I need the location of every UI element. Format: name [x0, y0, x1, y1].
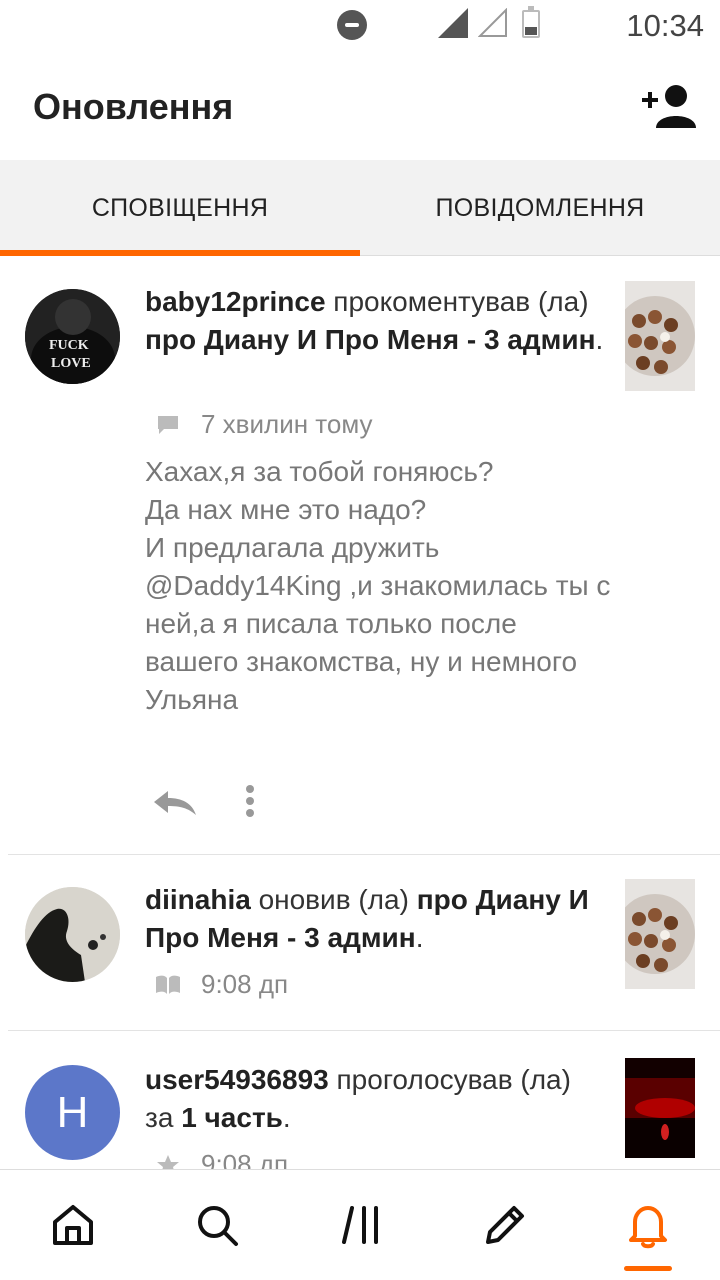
- notification-time: 9:08 дп: [201, 969, 289, 999]
- avatar[interactable]: H: [25, 1065, 120, 1160]
- pencil-icon[interactable]: [480, 1200, 530, 1250]
- comment-text: Хахах,я за тобой гоняюсь? Да нах мне это…: [145, 456, 611, 715]
- reply-icon[interactable]: [150, 787, 198, 817]
- notifications-list[interactable]: FUCK LOVE baby12prince прокоментував (ла…: [0, 257, 720, 1169]
- star-icon: [157, 1154, 179, 1169]
- notification-meta: 9:08 дп: [145, 1149, 288, 1169]
- cover-image: [625, 1058, 695, 1158]
- cover-image: [625, 281, 695, 391]
- story-cover[interactable]: [625, 281, 695, 391]
- notification-meta: 9:08 дп: [145, 969, 288, 1000]
- notification-text: diinahia оновив (ла) про Диану И Про Мен…: [145, 884, 589, 953]
- svg-text:FUCK: FUCK: [49, 338, 89, 353]
- signal-icon: [438, 8, 468, 38]
- avatar[interactable]: FUCK LOVE: [25, 289, 120, 384]
- avatar-image: FUCK LOVE: [25, 289, 120, 384]
- svg-text:LOVE: LOVE: [51, 356, 91, 371]
- nav-active-indicator: [624, 1266, 672, 1271]
- tab-messages[interactable]: ПОВІДОМЛЕННЯ: [360, 160, 720, 256]
- do-not-disturb-icon: [337, 10, 367, 40]
- app-bar: Оновлення: [0, 52, 720, 160]
- username[interactable]: baby12prince: [145, 286, 326, 317]
- list-item[interactable]: diinahia оновив (ла) про Диану И Про Мен…: [0, 855, 720, 1031]
- username[interactable]: diinahia: [145, 884, 251, 915]
- library-icon[interactable]: [336, 1200, 386, 1250]
- username[interactable]: user54936893: [145, 1064, 329, 1095]
- home-icon[interactable]: [48, 1200, 98, 1250]
- story-cover[interactable]: [625, 879, 695, 989]
- comment-icon: [158, 415, 178, 434]
- notification-text: baby12prince прокоментував (ла) про Диан…: [145, 286, 604, 355]
- notification-text: user54936893 проголосував (ла) за 1 част…: [145, 1064, 571, 1133]
- search-icon[interactable]: [192, 1200, 242, 1250]
- notification-time: 9:08 дп: [201, 1149, 289, 1169]
- battery-icon: [522, 6, 540, 38]
- tab-notifications[interactable]: СПОВІЩЕННЯ: [0, 160, 360, 256]
- bottom-navigation: [0, 1169, 720, 1280]
- tab-active-indicator: [0, 250, 360, 256]
- list-item[interactable]: H user54936893 проголосував (ла) за 1 ча…: [0, 1031, 720, 1169]
- list-item[interactable]: FUCK LOVE baby12prince прокоментував (ла…: [0, 257, 720, 855]
- bell-icon[interactable]: [623, 1200, 673, 1250]
- story-title[interactable]: 1 часть: [181, 1102, 283, 1133]
- story-title[interactable]: про Диану И Про Меня - 3 админ: [145, 324, 595, 355]
- add-user-icon[interactable]: [640, 82, 696, 128]
- status-bar: 10:34: [0, 0, 720, 52]
- cover-image: [625, 879, 695, 989]
- avatar[interactable]: [25, 887, 120, 982]
- page-title: Оновлення: [33, 86, 234, 127]
- tab-bar: СПОВІЩЕННЯ ПОВІДОМЛЕННЯ: [0, 160, 720, 256]
- more-options-icon[interactable]: [242, 785, 258, 825]
- status-time: 10:34: [626, 8, 704, 43]
- story-cover[interactable]: [625, 1058, 695, 1158]
- notification-time: 7 хвилин тому: [201, 409, 373, 439]
- signal-empty-icon: [478, 8, 507, 37]
- avatar-image: [25, 887, 120, 982]
- book-icon: [156, 975, 180, 994]
- notification-meta: 7 хвилин тому: [145, 409, 373, 440]
